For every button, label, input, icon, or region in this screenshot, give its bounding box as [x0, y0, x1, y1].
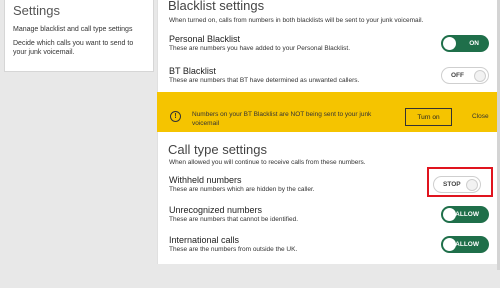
international-row: International calls These are the number…: [169, 235, 489, 263]
sidebar-line-1: Manage blacklist and call type settings: [13, 26, 133, 33]
unrecognized-row: Unrecognized numbers These are numbers t…: [169, 205, 489, 233]
withheld-title: Withheld numbers: [169, 175, 242, 185]
sidebar-line-2: Decide which calls you want to send to y…: [13, 40, 134, 56]
page-bottom: [0, 270, 500, 288]
personal-blacklist-title: Personal Blacklist: [169, 34, 241, 44]
call-type-subtitle: When allowed you will continue to receiv…: [169, 159, 366, 166]
unrecognized-toggle[interactable]: ALLOW: [441, 206, 489, 223]
bt-blacklist-title: BT Blacklist: [169, 66, 216, 76]
call-type-card: Call type settings When allowed you will…: [157, 132, 497, 264]
blacklist-subtitle: When turned on, calls from numbers in bo…: [169, 17, 424, 24]
international-title: International calls: [169, 235, 240, 245]
call-type-title: Call type settings: [168, 142, 267, 157]
close-button[interactable]: Close: [472, 113, 489, 120]
sidebar-title: Settings: [13, 3, 60, 18]
personal-blacklist-toggle[interactable]: ON: [441, 35, 489, 52]
unrecognized-title: Unrecognized numbers: [169, 205, 263, 215]
withheld-row: Withheld numbers These are numbers which…: [169, 167, 493, 203]
toggle-label: ALLOW: [455, 241, 479, 248]
toggle-label: OFF: [451, 72, 464, 79]
international-toggle[interactable]: ALLOW: [441, 236, 489, 253]
toggle-label: ON: [469, 40, 479, 47]
personal-blacklist-desc: These are numbers you have added to your…: [169, 45, 351, 52]
warning-text: Numbers on your BT Blacklist are NOT bei…: [192, 111, 372, 127]
bt-blacklist-row: BT Blacklist These are numbers that BT h…: [169, 66, 489, 94]
turn-on-button[interactable]: Turn on: [405, 108, 452, 126]
toggle-knob: [474, 69, 486, 82]
unrecognized-desc: These are numbers that cannot be identif…: [169, 216, 298, 223]
warning-icon: !: [170, 111, 181, 122]
bt-blacklist-desc: These are numbers that BT have determine…: [169, 77, 360, 84]
international-desc: These are the numbers from outside the U…: [169, 246, 298, 253]
toggle-label: ALLOW: [455, 211, 479, 218]
main-panel: Blacklist settings When turned on, calls…: [157, 0, 500, 288]
withheld-desc: These are numbers which are hidden by th…: [169, 186, 315, 193]
bt-blacklist-toggle[interactable]: OFF: [441, 67, 489, 84]
toggle-knob: [443, 37, 456, 50]
highlight-box: [427, 167, 493, 197]
blacklist-title: Blacklist settings: [168, 0, 265, 13]
sidebar-card: Settings Manage blacklist and call type …: [4, 0, 154, 72]
toggle-knob: [443, 208, 456, 221]
toggle-knob: [443, 238, 456, 251]
personal-blacklist-row: Personal Blacklist These are numbers you…: [169, 34, 489, 62]
